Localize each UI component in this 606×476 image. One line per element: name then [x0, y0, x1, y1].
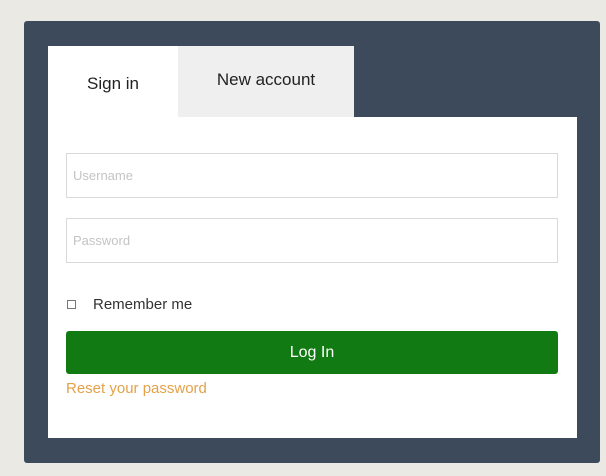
password-input[interactable] [66, 218, 558, 263]
tab-new-account-label: New account [216, 70, 316, 89]
remember-me-label: Remember me [93, 296, 193, 313]
tab-sign-in[interactable]: Sign in [48, 46, 178, 118]
tab-new-account[interactable]: New account [178, 46, 354, 118]
reset-password-link[interactable]: Reset your password [66, 380, 207, 397]
tab-sign-in-label: Sign in [87, 74, 139, 93]
remember-me-checkbox[interactable] [67, 300, 76, 309]
username-input[interactable] [66, 153, 558, 198]
login-button[interactable]: Log In [66, 331, 558, 374]
remember-me-option[interactable]: Remember me [67, 296, 192, 313]
